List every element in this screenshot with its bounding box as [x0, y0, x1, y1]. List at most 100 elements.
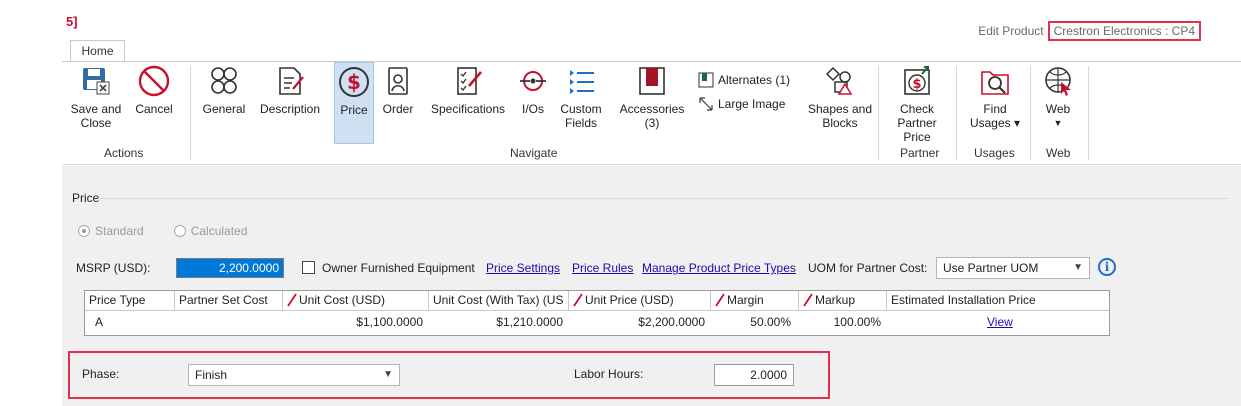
labor-hours-label: Labor Hours:: [574, 367, 644, 381]
pencil-icon: [573, 293, 583, 307]
large-image-button[interactable]: Large Image: [698, 96, 785, 112]
window-title: Edit Product Crestron Electronics : CP4: [978, 20, 1201, 42]
find-usages-button[interactable]: Find Usages ▾: [966, 64, 1024, 130]
cell-price-type: A: [95, 315, 104, 329]
phase-select-value: Finish: [195, 368, 228, 382]
order-label: Order: [382, 102, 414, 116]
actions-group-label: Actions: [104, 146, 144, 160]
uom-select-value: Use Partner UOM: [943, 261, 1039, 275]
info-icon[interactable]: i: [1098, 258, 1116, 276]
web-button[interactable]: Web ▼: [1036, 64, 1080, 130]
check-partner-price-button[interactable]: $ Check Partner Price: [882, 64, 952, 144]
calculated-radio[interactable]: Calculated: [173, 224, 247, 238]
chevron-down-icon: ▼: [383, 369, 393, 380]
labor-hours-input[interactable]: 2.0000: [714, 364, 794, 386]
ribbon: Save and Close Cancel Actions General De…: [62, 61, 1241, 165]
custom-fields-icon: [570, 70, 594, 94]
owner-furnished-label: Owner Furnished Equipment: [322, 261, 475, 275]
view-install-price-link[interactable]: View: [987, 312, 1013, 332]
find-usages-label: Find Usages ▾: [969, 102, 1021, 130]
general-label: General: [202, 102, 246, 116]
app-logo: 5]: [66, 14, 78, 29]
specifications-label: Specifications: [430, 102, 506, 116]
cell-unit-cost-tax: $1,210.0000: [496, 315, 563, 329]
ribbon-separator: [956, 66, 957, 160]
web-group-label: Web: [1046, 146, 1071, 160]
shapes-blocks-label: Shapes and Blocks: [807, 102, 873, 130]
col-header-price-type[interactable]: Price Type: [85, 291, 175, 311]
partner-group-label: Partner: [900, 146, 940, 160]
ios-label: I/Os: [521, 102, 544, 116]
order-icon: [388, 67, 408, 95]
col-header-margin[interactable]: Margin: [711, 291, 799, 311]
alternates-icon: [698, 72, 714, 88]
save-close-button[interactable]: Save and Close: [68, 64, 124, 130]
phase-label: Phase:: [82, 367, 120, 381]
ribbon-separator: [1030, 66, 1031, 160]
accessories-icon: [639, 67, 665, 95]
price-panel: Price Standard Calculated MSRP (USD): 2,…: [62, 166, 1241, 406]
description-button[interactable]: Description: [256, 64, 324, 116]
ios-icon: [520, 71, 546, 91]
standard-radio[interactable]: Standard: [78, 224, 144, 238]
table-row[interactable]: A $1,100.0000 $1,210.0000 $2,200.0000 50…: [85, 312, 1109, 332]
title-bar: 5] Edit Product Crestron Electronics : C…: [0, 0, 1241, 42]
price-grid: Price Type Partner Set Cost Unit Cost (U…: [84, 290, 1110, 336]
general-button[interactable]: General: [198, 64, 250, 116]
save-close-label: Save and Close: [70, 102, 122, 130]
custom-fields-button[interactable]: Custom Fields: [556, 64, 606, 130]
large-image-label: Large Image: [718, 97, 786, 111]
cancel-icon: [138, 65, 170, 97]
find-usages-icon: [981, 71, 1009, 95]
msrp-input[interactable]: 2,200.0000: [176, 258, 284, 278]
specifications-button[interactable]: Specifications: [426, 64, 510, 116]
large-image-icon: [699, 97, 713, 111]
owner-furnished-checkbox[interactable]: [302, 261, 315, 274]
cancel-label: Cancel: [135, 102, 173, 116]
pencil-icon: [287, 293, 297, 307]
custom-fields-label: Custom Fields: [560, 102, 602, 130]
price-rules-link[interactable]: Price Rules: [572, 258, 633, 278]
alternates-label: Alternates (1): [718, 73, 791, 87]
alternates-button[interactable]: Alternates (1): [698, 72, 790, 88]
usages-group-label: Usages: [974, 146, 1015, 160]
col-header-markup[interactable]: Markup: [799, 291, 887, 311]
shapes-blocks-icon: [825, 66, 853, 95]
order-button[interactable]: Order: [378, 64, 418, 116]
grid-header: Price Type Partner Set Cost Unit Cost (U…: [85, 291, 1109, 311]
price-mode-radios: Standard Calculated: [78, 224, 247, 238]
tab-home[interactable]: Home: [70, 40, 125, 62]
web-label: Web: [1045, 102, 1071, 116]
col-header-unit-price[interactable]: Unit Price (USD): [569, 291, 711, 311]
col-header-unit-cost[interactable]: Unit Cost (USD): [283, 291, 429, 311]
cell-unit-cost: $1,100.0000: [356, 315, 423, 329]
web-dropdown-icon: ▼: [1053, 118, 1063, 128]
ribbon-separator: [1088, 66, 1089, 160]
uom-select[interactable]: Use Partner UOM ▼: [936, 257, 1090, 279]
radio-indicator: [78, 225, 90, 237]
pencil-icon: [715, 293, 725, 307]
standard-radio-label: Standard: [95, 224, 144, 238]
col-header-unit-cost-tax[interactable]: Unit Cost (With Tax) (US: [429, 291, 569, 311]
check-partner-price-label: Check Partner Price: [897, 102, 937, 144]
col-header-partner-set-cost[interactable]: Partner Set Cost: [175, 291, 283, 311]
cancel-button[interactable]: Cancel: [132, 64, 176, 116]
ios-button[interactable]: I/Os: [514, 64, 552, 116]
accessories-button[interactable]: Accessories (3): [614, 64, 690, 130]
pencil-icon: [803, 293, 813, 307]
section-divider: [98, 198, 1228, 199]
manage-price-types-link[interactable]: Manage Product Price Types: [642, 258, 796, 278]
price-settings-link[interactable]: Price Settings: [486, 258, 560, 278]
shapes-blocks-button[interactable]: Shapes and Blocks: [806, 64, 874, 130]
price-button[interactable]: $ Price: [334, 62, 374, 144]
col-header-est-install-price[interactable]: Estimated Installation Price: [887, 291, 1109, 311]
msrp-label: MSRP (USD):: [76, 261, 151, 275]
save-icon: [83, 68, 110, 95]
phase-select[interactable]: Finish ▼: [188, 364, 400, 386]
cell-markup: 100.00%: [833, 315, 881, 329]
phase-labor-section: Phase: Finish ▼ Labor Hours: 2.0000: [68, 351, 830, 399]
svg-text:$: $: [912, 77, 921, 92]
uom-label: UOM for Partner Cost:: [808, 261, 928, 275]
accessories-label: Accessories (3): [619, 102, 685, 130]
description-icon: [279, 67, 304, 95]
